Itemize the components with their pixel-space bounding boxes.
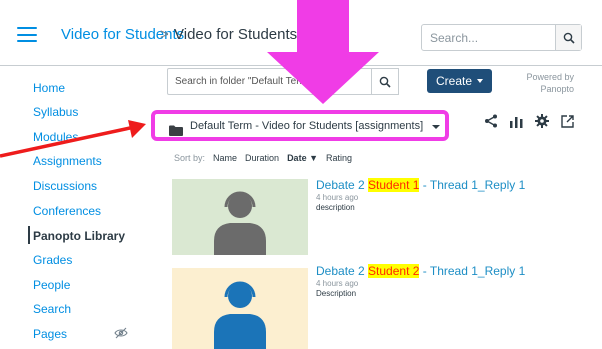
sort-date[interactable]: Date ▼ (287, 153, 318, 163)
folder-dropdown[interactable]: Default Term - Video for Students [assig… (151, 110, 449, 141)
breadcrumb-separator: > (160, 26, 169, 43)
sidebar-item-pages[interactable]: Pages (33, 327, 67, 341)
chevron-down-icon (477, 79, 484, 83)
open-external-icon[interactable] (561, 114, 574, 133)
video-thumbnail[interactable] (172, 179, 308, 255)
top-header: Video for Students > Video for Students … (0, 0, 602, 66)
breadcrumb-page: Video for Students (174, 26, 298, 43)
powered-by-line2: Panopto (540, 84, 574, 94)
folder-search-input[interactable]: Search in folder "Default Term - ... (167, 68, 378, 95)
video-title[interactable]: Debate 2 Student 1 - Thread 1_Reply 1 (316, 178, 525, 192)
active-indicator (28, 226, 30, 244)
video-title-prefix: Debate 2 (316, 178, 369, 192)
video-description: Description (316, 289, 357, 298)
video-time: 4 hours ago (316, 279, 359, 288)
sidebar-item-panopto-library[interactable]: Panopto Library (33, 229, 125, 243)
settings-icon[interactable] (535, 114, 549, 133)
sidebar-item-grades[interactable]: Grades (33, 253, 72, 267)
folder-icon (169, 123, 183, 141)
folder-search-icon[interactable] (371, 68, 399, 95)
search-icon[interactable] (555, 25, 581, 50)
sort-duration[interactable]: Duration (245, 153, 279, 163)
chevron-down-icon (432, 125, 440, 129)
folder-search-placeholder: Search in folder "Default Term - ... (175, 76, 326, 87)
video-thumbnail[interactable] (172, 268, 308, 349)
hamburger-icon[interactable] (17, 27, 37, 42)
eye-slash-icon (114, 326, 128, 344)
video-title-highlight: Student 1 (368, 178, 420, 192)
video-title-suffix: - Thread 1_Reply 1 (419, 264, 526, 278)
sidebar-item-syllabus[interactable]: Syllabus (33, 105, 78, 119)
sidebar-item-assignments[interactable]: Assignments (33, 154, 102, 168)
avatar-icon (214, 281, 266, 349)
sidebar-item-conferences[interactable]: Conferences (33, 204, 101, 218)
sidebar-item-modules[interactable]: Modules (33, 130, 78, 144)
avatar-icon (214, 191, 266, 255)
sort-rating[interactable]: Rating (326, 153, 352, 163)
stats-icon[interactable] (510, 115, 523, 133)
video-title[interactable]: Debate 2 Student 2 - Thread 1_Reply 1 (316, 264, 525, 278)
video-description: description (316, 203, 355, 212)
powered-by-line1: Powered by (526, 72, 574, 82)
video-title-suffix: - Thread 1_Reply 1 (419, 178, 526, 192)
sidebar-item-people[interactable]: People (33, 278, 70, 292)
folder-tools (484, 114, 574, 133)
video-title-highlight: Student 2 (368, 264, 420, 278)
sidebar-item-home[interactable]: Home (33, 81, 65, 95)
sidebar-item-discussions[interactable]: Discussions (33, 179, 97, 193)
video-title-prefix: Debate 2 (316, 264, 369, 278)
search-input[interactable]: Search... (421, 24, 582, 51)
sort-name[interactable]: Name (213, 153, 237, 163)
create-label: Create (435, 74, 473, 88)
share-icon[interactable] (484, 114, 498, 133)
video-time: 4 hours ago (316, 193, 359, 202)
powered-by: Powered by Panopto (510, 71, 574, 95)
sidebar-item-search[interactable]: Search (33, 302, 71, 316)
sort-label: Sort by: (174, 153, 206, 163)
sort-bar: Sort by: Name Duration Date ▼ Rating (174, 153, 352, 163)
create-button[interactable]: Create (427, 69, 492, 93)
folder-name: Default Term - Video for Students [assig… (190, 120, 424, 132)
search-placeholder: Search... (430, 31, 479, 45)
